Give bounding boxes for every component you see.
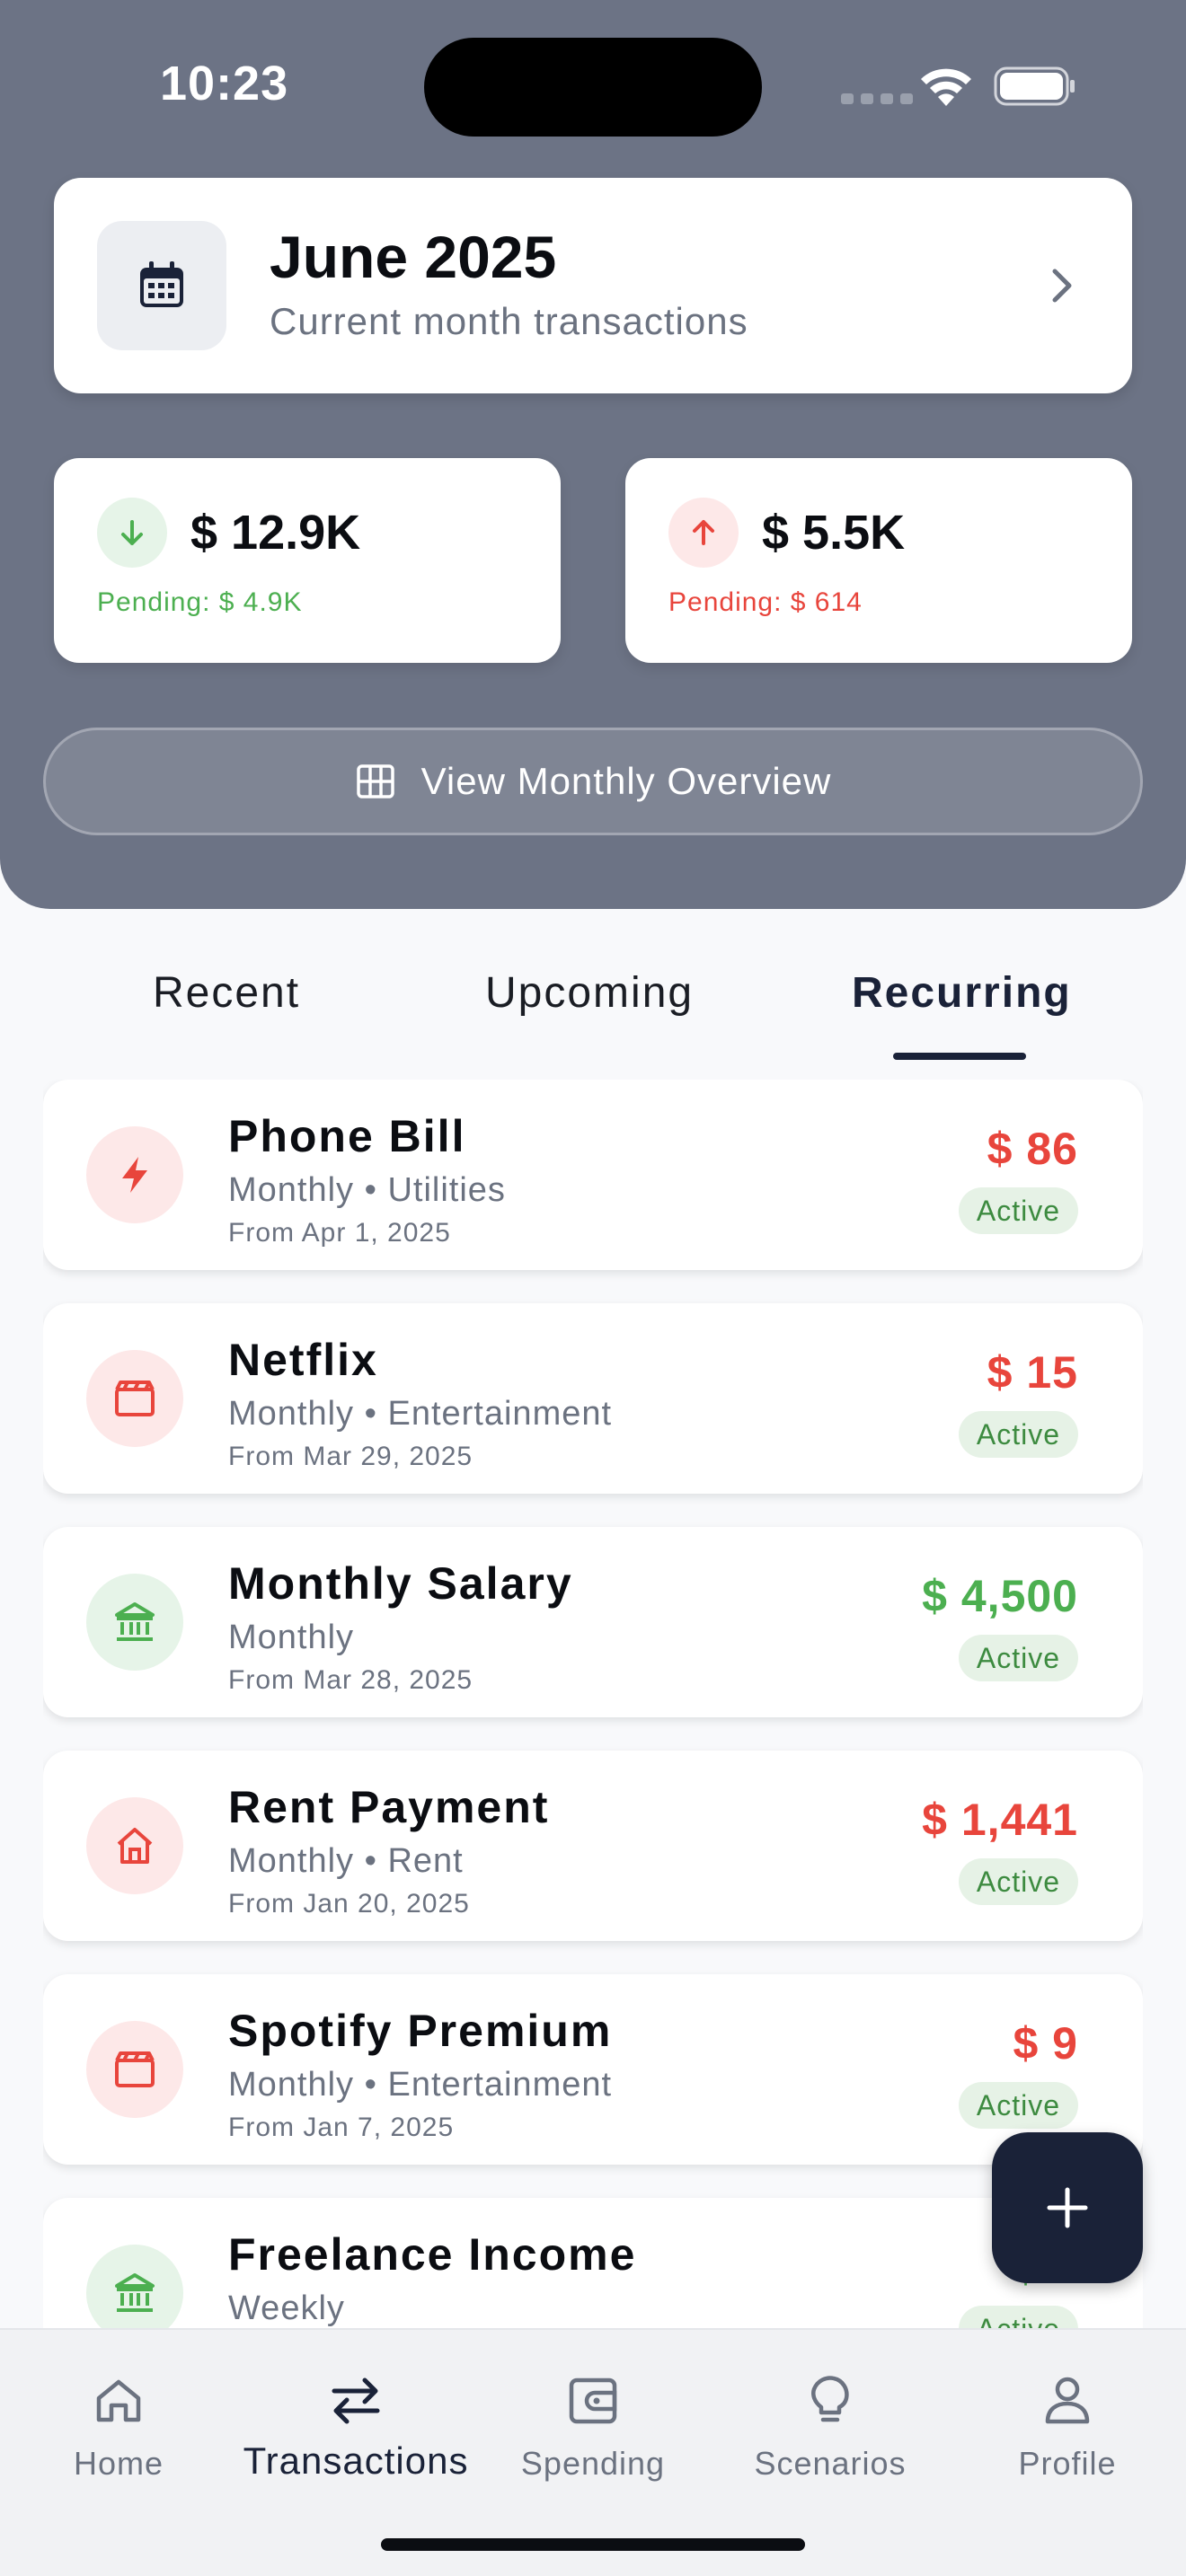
status-badge: Active <box>958 1187 1078 1234</box>
item-name: Phone Bill <box>228 1111 466 1161</box>
wifi-icon <box>921 68 971 106</box>
item-meta: Monthly • Entertainment <box>228 1395 613 1433</box>
transaction-tabs: Recent Upcoming Recurring <box>0 945 1186 1071</box>
list-item[interactable]: Netflix Monthly • Entertainment From Mar… <box>43 1303 1143 1494</box>
item-date: From Mar 29, 2025 <box>228 1442 474 1471</box>
nav-label: Scenarios <box>754 2445 907 2482</box>
item-name: Rent Payment <box>228 1782 550 1832</box>
month-title: June 2025 <box>270 224 557 290</box>
item-amount: $ 15 <box>987 1347 1078 1398</box>
item-meta: Monthly • Utilities <box>228 1171 506 1209</box>
list-item[interactable]: Phone Bill Monthly • Utilities From Apr … <box>43 1080 1143 1270</box>
item-date: From Mar 28, 2025 <box>228 1665 474 1695</box>
home-indicator <box>381 2538 805 2551</box>
status-badge: Active <box>958 1635 1078 1681</box>
cellular-signal-icon <box>841 93 913 104</box>
bank-icon <box>86 2245 183 2328</box>
item-amount: $ 1,441 <box>922 1795 1078 1845</box>
item-amount: $ 9 <box>1013 2018 1078 2069</box>
dynamic-island <box>424 38 762 137</box>
view-monthly-overview-button[interactable]: View Monthly Overview <box>43 728 1143 835</box>
add-transaction-button[interactable] <box>992 2132 1143 2283</box>
item-name: Freelance Income <box>228 2229 637 2280</box>
status-badge: Active <box>958 1411 1078 1458</box>
nav-label: Spending <box>520 2445 666 2482</box>
income-amount: $ 12.9K <box>190 506 361 560</box>
status-bar: 10:23 <box>0 0 1186 171</box>
wallet-icon <box>569 2378 617 2424</box>
list-item[interactable]: Freelance Income Weekly $ 4 Active <box>43 2198 1143 2328</box>
list-item[interactable]: Spotify Premium Monthly • Entertainment … <box>43 1974 1143 2165</box>
nav-label: Profile <box>1018 2445 1117 2482</box>
item-name: Monthly Salary <box>228 1558 573 1609</box>
lightning-icon <box>86 1126 183 1223</box>
nav-label: Transactions <box>243 2439 469 2482</box>
item-date: From Apr 1, 2025 <box>228 1218 451 1248</box>
status-badge: Active <box>958 2082 1078 2129</box>
item-amount: $ 4,500 <box>922 1571 1078 1621</box>
income-pending: Pending: $ 4.9K <box>97 587 303 617</box>
tab-upcoming[interactable]: Upcoming <box>485 968 694 1018</box>
clapperboard-icon <box>86 1350 183 1447</box>
item-name: Netflix <box>228 1335 378 1385</box>
month-selector-card[interactable]: June 2025 Current month transactions <box>54 178 1132 393</box>
list-item[interactable]: Rent Payment Monthly • Rent From Jan 20,… <box>43 1751 1143 1941</box>
clapperboard-icon <box>86 2021 183 2118</box>
nav-profile[interactable]: Profile <box>960 2350 1175 2493</box>
nav-spending[interactable]: Spending <box>485 2350 701 2493</box>
tab-recurring[interactable]: Recurring <box>852 968 1072 1018</box>
item-meta: Monthly • Entertainment <box>228 2066 613 2104</box>
nav-scenarios[interactable]: Scenarios <box>722 2350 938 2493</box>
item-date: From Jan 7, 2025 <box>228 2113 455 2142</box>
chevron-right-icon <box>1052 269 1072 303</box>
nav-home[interactable]: Home <box>11 2350 226 2493</box>
item-meta: Monthly • Rent <box>228 1842 464 1880</box>
overview-button-label: View Monthly Overview <box>420 760 832 802</box>
status-time: 10:23 <box>160 57 289 110</box>
item-amount: $ 86 <box>987 1124 1078 1174</box>
nav-transactions[interactable]: Transactions <box>243 2350 467 2493</box>
item-date: From Jan 20, 2025 <box>228 1889 470 1919</box>
arrow-up-icon <box>668 498 739 568</box>
expense-pending: Pending: $ 614 <box>668 587 863 617</box>
status-badge: Active <box>958 1858 1078 1905</box>
bank-icon <box>86 1574 183 1671</box>
transfer-arrows-icon <box>332 2378 380 2424</box>
arrow-down-icon <box>97 498 167 568</box>
recurring-transactions-list[interactable]: Phone Bill Monthly • Utilities From Apr … <box>43 1080 1143 2328</box>
battery-icon <box>994 66 1075 106</box>
tab-recent[interactable]: Recent <box>153 968 300 1018</box>
expense-summary-card[interactable]: $ 5.5K Pending: $ 614 <box>625 458 1132 663</box>
list-item[interactable]: Monthly Salary Monthly From Mar 28, 2025… <box>43 1527 1143 1717</box>
person-icon <box>1045 2377 1090 2424</box>
active-tab-indicator <box>893 1053 1026 1060</box>
income-summary-card[interactable]: $ 12.9K Pending: $ 4.9K <box>54 458 561 663</box>
house-icon <box>86 1797 183 1894</box>
calendar-icon <box>97 221 226 350</box>
item-meta: Weekly <box>228 2289 345 2327</box>
item-meta: Monthly <box>228 1619 355 1656</box>
plus-icon <box>1047 2187 1088 2228</box>
home-icon <box>96 2379 141 2422</box>
item-name: Spotify Premium <box>228 2006 613 2056</box>
lightbulb-icon <box>811 2376 849 2422</box>
expense-amount: $ 5.5K <box>762 506 906 560</box>
month-subtitle: Current month transactions <box>270 300 748 342</box>
nav-label: Home <box>73 2445 164 2482</box>
grid-icon <box>356 764 394 798</box>
status-badge: Active <box>958 2306 1078 2328</box>
